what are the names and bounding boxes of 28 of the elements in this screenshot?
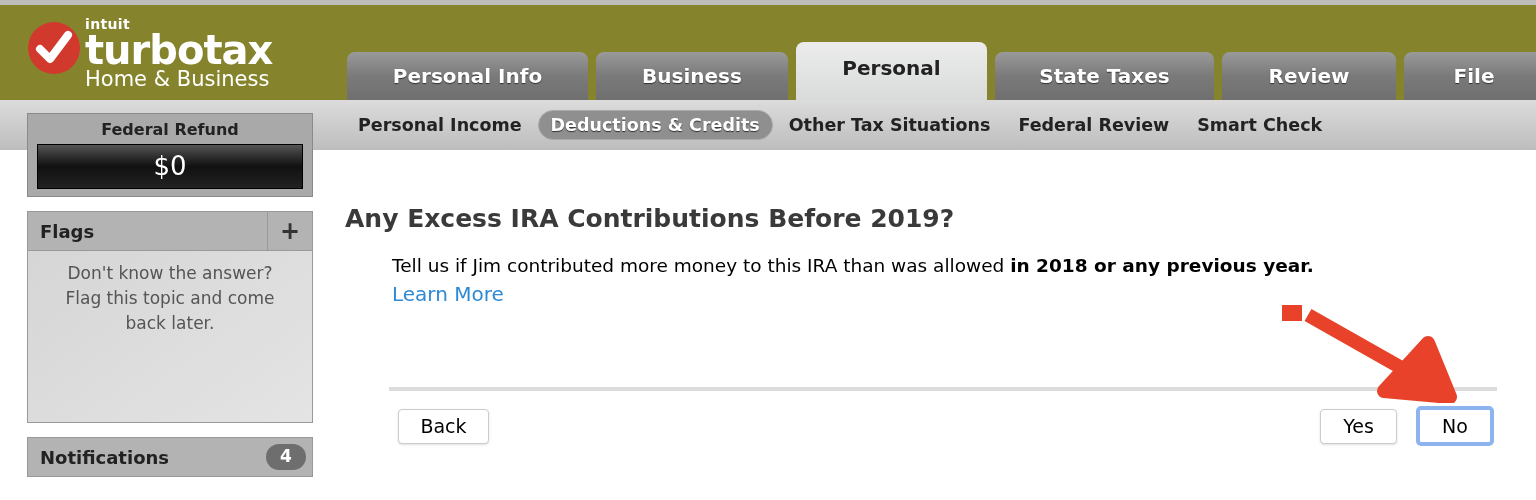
nav-tab[interactable]: Review xyxy=(1222,52,1396,100)
section-tab[interactable]: Smart Check xyxy=(1185,110,1335,140)
nav-tab[interactable]: Business xyxy=(596,52,788,100)
edition-name: Home & Business xyxy=(85,69,271,90)
checkmark-logo-icon xyxy=(27,21,81,75)
notifications-title: Notifications xyxy=(40,445,170,470)
nav-tab[interactable]: Personal Info xyxy=(347,52,588,100)
no-button[interactable]: No xyxy=(1416,406,1494,446)
add-flag-button[interactable]: + xyxy=(267,212,312,250)
flags-hint: Don't know the answer? Flag this topic and come back later. xyxy=(64,262,276,335)
question-title: Any Excess IRA Contributions Before 2019? xyxy=(345,203,955,235)
section-tab[interactable]: Personal Income xyxy=(346,110,534,140)
refund-amount: $0 xyxy=(153,150,187,183)
section-tab[interactable]: Other Tax Situations xyxy=(776,110,1003,140)
notifications-bar[interactable]: Notifications 4 xyxy=(27,437,313,477)
back-button[interactable]: Back xyxy=(398,409,489,444)
company-name: intuit xyxy=(85,17,132,31)
notification-count: 4 xyxy=(266,444,306,470)
section-tab[interactable]: Federal Review xyxy=(1006,110,1182,140)
flags-title: Flags xyxy=(40,219,95,244)
learn-more-link[interactable]: Learn More xyxy=(392,282,504,306)
yes-button[interactable]: Yes xyxy=(1320,409,1397,444)
nav-tab[interactable]: State Taxes xyxy=(995,52,1214,100)
product-name: turbotax xyxy=(85,31,273,69)
refund-label: Federal Refund xyxy=(101,119,239,141)
nav-tab[interactable]: Personal xyxy=(796,42,987,100)
question-text: Tell us if Jim contributed more money to this IRA than was allowed in 2018 or any previous year. xyxy=(392,254,1315,278)
nav-tab[interactable]: File xyxy=(1404,52,1536,100)
